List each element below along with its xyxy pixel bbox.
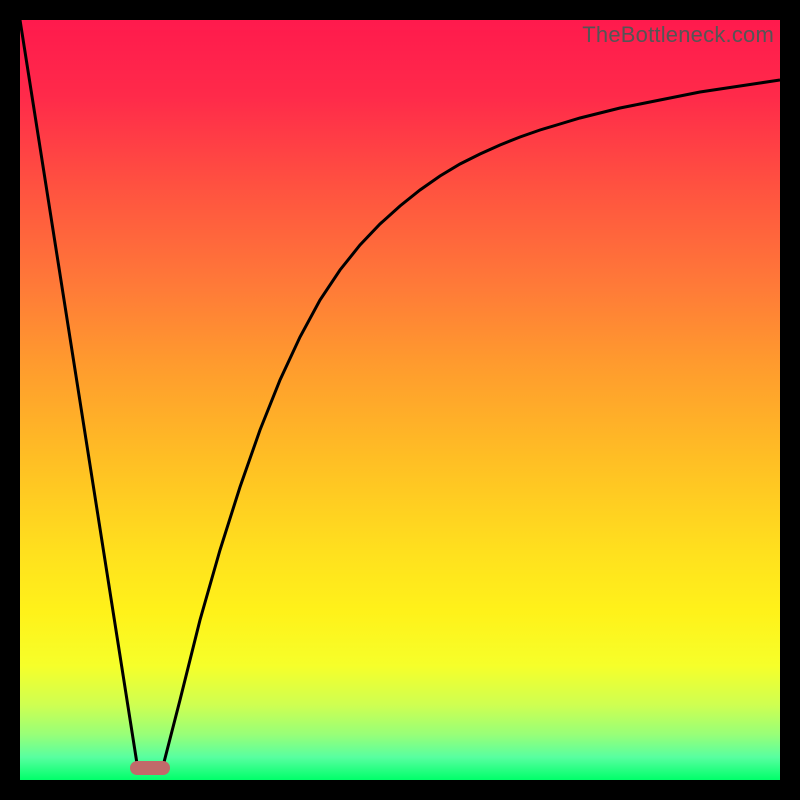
chart-right-curve — [162, 80, 780, 770]
chart-left-line — [20, 20, 138, 770]
chart-plot-area: TheBottleneck.com — [20, 20, 780, 780]
watermark-label: TheBottleneck.com — [582, 22, 774, 48]
chart-minimum-marker — [130, 761, 170, 775]
chart-overlay — [20, 20, 780, 780]
